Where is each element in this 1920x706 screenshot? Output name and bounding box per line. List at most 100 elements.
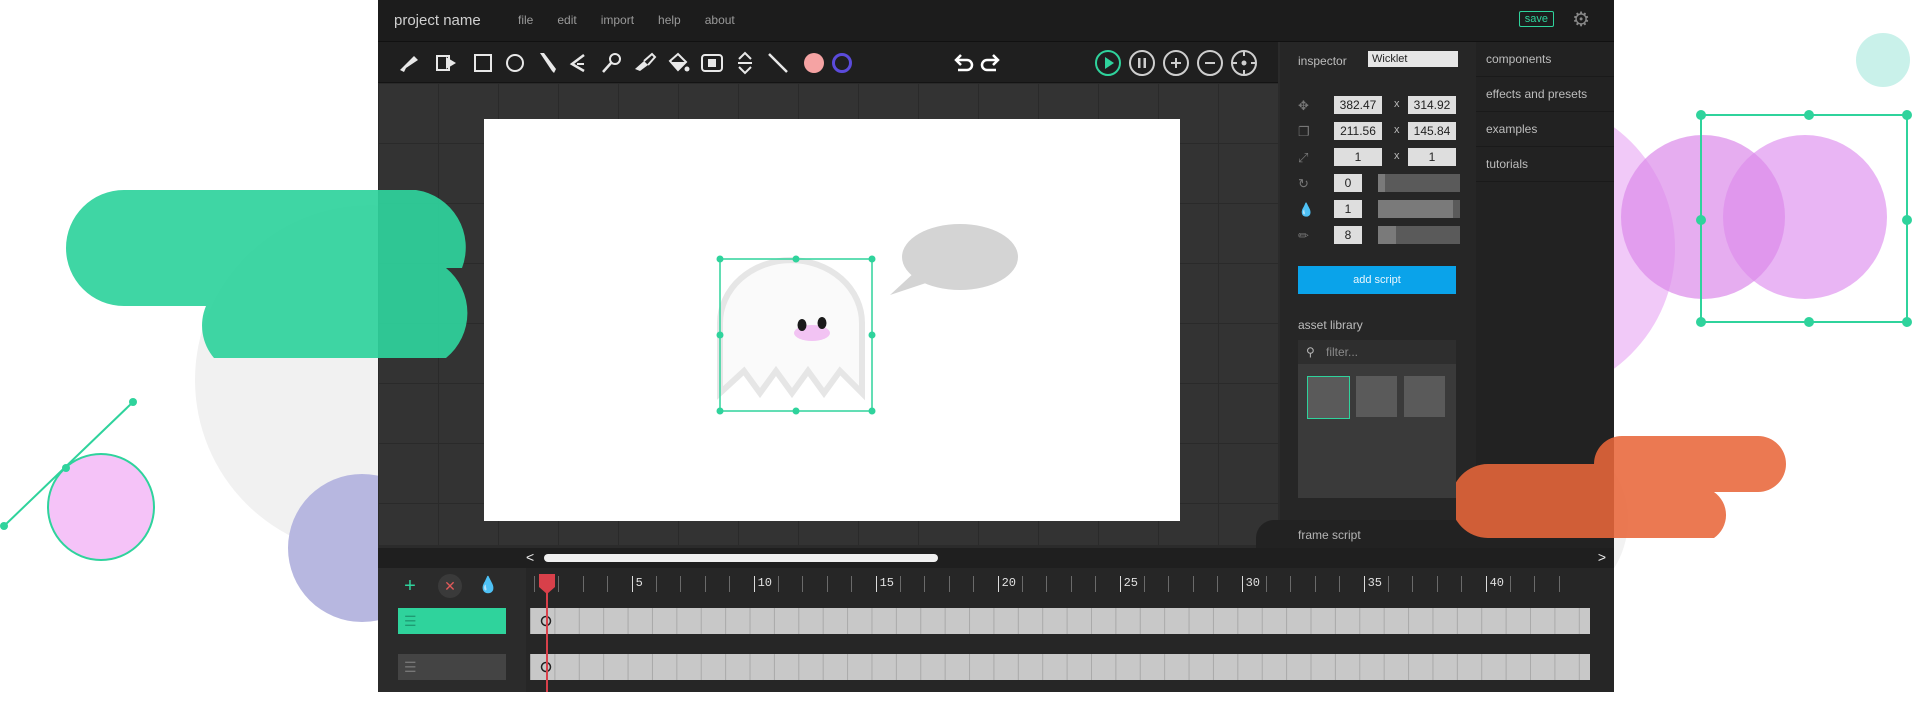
filter-placeholder: filter... bbox=[1326, 345, 1359, 359]
asset-thumbnail[interactable] bbox=[1307, 376, 1350, 419]
frame-tick bbox=[1241, 576, 1243, 592]
pencil-icon[interactable] bbox=[536, 51, 560, 75]
nav-components[interactable]: components bbox=[1476, 42, 1614, 77]
eyedropper-icon[interactable] bbox=[600, 51, 624, 75]
rotation-field[interactable]: 0 bbox=[1334, 174, 1362, 192]
frame-tick-label: 30 bbox=[1245, 576, 1260, 590]
nav-examples[interactable]: examples bbox=[1476, 112, 1614, 147]
frame-tick bbox=[875, 576, 877, 592]
scale-separator: x bbox=[1394, 150, 1400, 162]
inspector-title: inspector bbox=[1298, 54, 1347, 68]
flip-icon[interactable] bbox=[734, 50, 756, 76]
layer-1[interactable]: ☰ bbox=[398, 608, 506, 634]
scale-x-field[interactable]: 1 bbox=[1334, 148, 1382, 166]
frame-tick bbox=[1388, 576, 1389, 592]
position-x-field[interactable]: 382.47 bbox=[1334, 96, 1382, 114]
nav-effects-and-presets[interactable]: effects and presets bbox=[1476, 77, 1614, 112]
save-button[interactable]: save bbox=[1518, 11, 1554, 27]
stroke-width-slider-fill bbox=[1378, 226, 1397, 244]
cursor-icon[interactable] bbox=[398, 52, 422, 74]
speech-bubble[interactable] bbox=[888, 223, 1018, 299]
delete-layer-icon[interactable]: ✕ bbox=[438, 574, 462, 598]
pause-icon[interactable] bbox=[1128, 49, 1156, 77]
playhead[interactable] bbox=[546, 578, 548, 692]
frame-tick bbox=[900, 576, 901, 592]
scrollbar-thumb[interactable] bbox=[544, 554, 938, 562]
drag-handle-icon[interactable]: ☰ bbox=[404, 613, 417, 630]
add-script-button[interactable]: add script bbox=[1298, 266, 1456, 294]
brush-icon[interactable] bbox=[632, 51, 658, 75]
frame-tick bbox=[1192, 576, 1194, 592]
zoom-in-icon[interactable] bbox=[1162, 49, 1190, 77]
frame-tick bbox=[1290, 576, 1292, 592]
decorative-green-cloud bbox=[66, 190, 468, 358]
play-icon[interactable] bbox=[1094, 49, 1122, 77]
stage[interactable] bbox=[484, 119, 1180, 521]
rotation-slider[interactable] bbox=[1378, 174, 1460, 192]
size-icon: ❐ bbox=[1298, 124, 1310, 139]
menu-help[interactable]: help bbox=[658, 13, 681, 27]
scroll-left-icon[interactable]: < bbox=[526, 549, 534, 565]
stroke-color-swatch[interactable] bbox=[831, 52, 853, 74]
frame-tick bbox=[1558, 576, 1560, 592]
frame-tick bbox=[1510, 576, 1511, 592]
rectangle-icon[interactable] bbox=[472, 52, 494, 74]
position-y-field[interactable]: 314.92 bbox=[1408, 96, 1456, 114]
frame-tick bbox=[1217, 576, 1219, 592]
layer-2-frames[interactable] bbox=[530, 654, 1590, 680]
frame-tick bbox=[1070, 576, 1072, 592]
frame-ruler[interactable]: 5 10 15 20 25 30 35 40 bbox=[530, 576, 1590, 596]
frame-tick bbox=[704, 576, 706, 592]
layer-1-frames[interactable] bbox=[530, 608, 1590, 634]
menu-edit[interactable]: edit bbox=[557, 13, 576, 27]
redo-icon[interactable] bbox=[980, 52, 1002, 74]
menu-file[interactable]: file bbox=[518, 13, 533, 27]
asset-thumbnail[interactable] bbox=[1404, 376, 1445, 417]
frame-tick bbox=[1266, 576, 1267, 592]
opacity-field[interactable]: 1 bbox=[1334, 200, 1362, 218]
asset-thumbnail[interactable] bbox=[1356, 376, 1397, 417]
height-field[interactable]: 145.84 bbox=[1408, 122, 1456, 140]
path-select-icon[interactable] bbox=[434, 51, 458, 75]
object-name-field[interactable]: Wicklet bbox=[1368, 51, 1458, 67]
stroke-width-field[interactable]: 8 bbox=[1334, 226, 1362, 244]
scale-y-field[interactable]: 1 bbox=[1408, 148, 1456, 166]
frame-tick bbox=[973, 576, 975, 592]
opacity-slider[interactable] bbox=[1378, 200, 1460, 218]
fill-bucket-icon[interactable] bbox=[666, 51, 690, 75]
image-icon[interactable] bbox=[700, 51, 724, 75]
timeline-horizontal-scrollbar[interactable]: < > bbox=[378, 548, 1614, 568]
layer-2[interactable]: ☰ bbox=[398, 654, 506, 680]
asset-library-panel: ⚲ filter... bbox=[1298, 340, 1456, 498]
frame-tick bbox=[582, 576, 584, 592]
frame-tick bbox=[1363, 576, 1365, 592]
rotation-slider-fill bbox=[1378, 174, 1385, 192]
recenter-icon[interactable] bbox=[1230, 49, 1258, 77]
editor-window: project name file edit import help about… bbox=[378, 0, 1614, 692]
stroke-width-row: ✏ 8 bbox=[1298, 226, 1468, 246]
gear-icon[interactable]: ⚙ bbox=[1572, 10, 1590, 30]
menu-import[interactable]: import bbox=[601, 13, 634, 27]
frame-tick bbox=[851, 576, 853, 592]
asset-filter-input[interactable]: ⚲ filter... bbox=[1298, 340, 1456, 364]
line-icon[interactable] bbox=[766, 51, 790, 75]
layer-color-icon[interactable]: 💧 bbox=[476, 574, 500, 598]
text-icon[interactable] bbox=[568, 52, 590, 74]
width-field[interactable]: 211.56 bbox=[1334, 122, 1382, 140]
drag-handle-icon[interactable]: ☰ bbox=[404, 659, 417, 676]
menu-about[interactable]: about bbox=[705, 13, 735, 27]
add-layer-icon[interactable]: + bbox=[398, 574, 422, 598]
stroke-width-slider[interactable] bbox=[1378, 226, 1460, 244]
nav-tutorials[interactable]: tutorials bbox=[1476, 147, 1614, 182]
fill-color-swatch[interactable] bbox=[803, 52, 825, 74]
playhead-handle[interactable] bbox=[538, 574, 556, 594]
zoom-out-icon[interactable] bbox=[1196, 49, 1224, 77]
selection-box[interactable] bbox=[714, 253, 878, 417]
ellipse-icon[interactable] bbox=[504, 52, 526, 74]
scroll-right-icon[interactable]: > bbox=[1598, 549, 1606, 565]
project-name[interactable]: project name bbox=[394, 12, 481, 29]
frame-tick bbox=[1046, 576, 1048, 592]
frame-tick bbox=[778, 576, 779, 592]
undo-icon[interactable] bbox=[952, 52, 974, 74]
frame-tick bbox=[948, 576, 950, 592]
